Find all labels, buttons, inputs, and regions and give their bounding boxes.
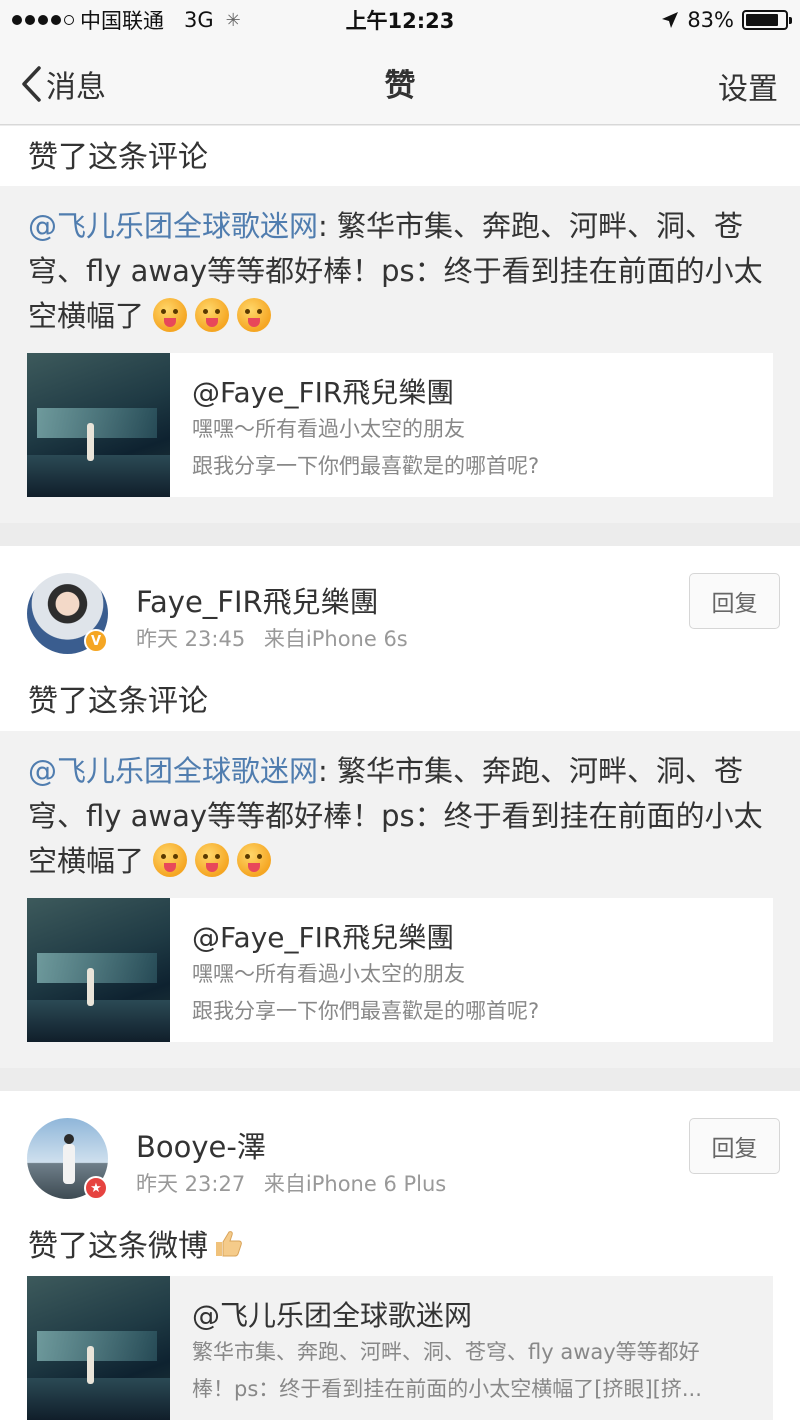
like-item: ★ Booye-澤 昨天 23:27 来自iPhone 6 Plus 回复 赞了…: [0, 1091, 800, 1423]
linked-post-line2: 棒！ps：终于看到挂在前面的小太空横幅了[挤眼][挤...: [192, 1377, 702, 1401]
divider: [0, 1068, 800, 1091]
tongue-emoji-icon: [153, 843, 188, 877]
status-right: 83%: [661, 8, 792, 32]
like-item: 赞了这条评论 @飞儿乐团全球歌迷网: 繁华市集、奔跑、河畔、洞、苍穹、fly a…: [0, 126, 800, 523]
quoted-comment-text: @飞儿乐团全球歌迷网: 繁华市集、奔跑、河畔、洞、苍穹、fly away等等都好…: [28, 749, 776, 884]
quoted-comment[interactable]: @飞儿乐团全球歌迷网: 繁华市集、奔跑、河畔、洞、苍穹、fly away等等都好…: [0, 186, 800, 523]
quoted-comment[interactable]: @飞儿乐团全球歌迷网: 繁华市集、奔跑、河畔、洞、苍穹、fly away等等都好…: [0, 731, 800, 1068]
battery-icon: [742, 10, 792, 30]
tongue-emoji-icon: [237, 298, 272, 332]
activity-spinner-icon: ✳: [225, 9, 241, 31]
like-item: V Faye_FIR飛兒樂團 昨天 23:45 来自iPhone 6s 回复 赞…: [0, 546, 800, 1068]
linked-post-line1: 繁华市集、奔跑、河畔、洞、苍穹、fly away等等都好: [192, 1340, 700, 1364]
thumbs-up-icon: [216, 1231, 242, 1257]
tongue-emoji-icon: [153, 298, 188, 332]
username[interactable]: Faye_FIR飛兒樂團: [136, 579, 379, 621]
tongue-emoji-icon: [237, 843, 272, 877]
action-text: 赞了这条评论: [28, 140, 208, 175]
post-time: 昨天 23:45: [136, 627, 246, 651]
linked-post-author: @Faye_FIR飛兒樂團: [192, 376, 455, 409]
settings-button[interactable]: 设置: [718, 64, 778, 108]
post-source: 来自iPhone 6s: [263, 627, 408, 651]
verified-badge-icon: V: [84, 629, 108, 653]
location-arrow-icon: [662, 12, 679, 28]
mention-link[interactable]: @飞儿乐团全球歌迷网: [28, 754, 318, 788]
action-text: 赞了这条评论: [28, 684, 208, 719]
carrier-name: 中国联通: [80, 9, 164, 33]
signal-strength-icon: [12, 15, 74, 25]
status-left: 中国联通 3G ✳: [12, 5, 241, 35]
linked-post-line1: 嘿嘿～所有看過小太空的朋友: [192, 962, 465, 986]
page-title: 赞: [384, 68, 416, 104]
mention-link[interactable]: @飞儿乐团全球歌迷网: [28, 209, 318, 243]
linked-post-card[interactable]: @飞儿乐团全球歌迷网 繁华市集、奔跑、河畔、洞、苍穹、fly away等等都好 …: [27, 1276, 773, 1420]
item-header: ★ Booye-澤 昨天 23:27 来自iPhone 6 Plus 回复: [0, 1118, 800, 1218]
linked-post-card[interactable]: @Faye_FIR飛兒樂團 嘿嘿～所有看過小太空的朋友 跟我分享一下你們最喜歡是…: [27, 353, 773, 497]
post-meta: 昨天 23:27 来自iPhone 6 Plus: [136, 1168, 446, 1198]
network-type: 3G: [184, 8, 214, 32]
divider: [0, 523, 800, 546]
post-thumbnail: [27, 1276, 170, 1420]
vip-badge-icon: ★: [84, 1176, 108, 1200]
tongue-emoji-icon: [195, 843, 230, 877]
battery-level: [746, 14, 778, 26]
navigation-bar: 消息 赞 设置: [0, 40, 800, 125]
reply-button[interactable]: 回复: [689, 1118, 780, 1174]
tongue-emoji-icon: [195, 298, 230, 332]
item-header: V Faye_FIR飛兒樂團 昨天 23:45 来自iPhone 6s 回复: [0, 573, 800, 673]
back-button[interactable]: 消息: [20, 62, 106, 106]
battery-percent: 83%: [687, 8, 734, 32]
post-thumbnail: [27, 353, 170, 497]
linked-post-card[interactable]: @Faye_FIR飛兒樂團 嘿嘿～所有看過小太空的朋友 跟我分享一下你們最喜歡是…: [27, 898, 773, 1042]
linked-post-author: @飞儿乐团全球歌迷网: [192, 1299, 473, 1332]
chevron-left-icon: [22, 66, 41, 102]
linked-post-author: @Faye_FIR飛兒樂團: [192, 921, 455, 954]
username[interactable]: Booye-澤: [136, 1124, 266, 1166]
reply-button[interactable]: 回复: [689, 573, 780, 629]
linked-post-line2: 跟我分享一下你們最喜歡是的哪首呢?: [192, 454, 540, 478]
action-label: 赞了这条微博: [28, 1229, 208, 1264]
post-meta: 昨天 23:45 来自iPhone 6s: [136, 623, 408, 653]
action-text: 赞了这条微博: [28, 1221, 244, 1265]
status-bar: 中国联通 3G ✳ 上午12:23 83%: [0, 0, 800, 40]
linked-post-line1: 嘿嘿～所有看過小太空的朋友: [192, 417, 465, 441]
post-time: 昨天 23:27: [136, 1172, 246, 1196]
post-thumbnail: [27, 898, 170, 1042]
quoted-comment-text: @飞儿乐团全球歌迷网: 繁华市集、奔跑、河畔、洞、苍穹、fly away等等都好…: [28, 204, 776, 339]
post-source: 来自iPhone 6 Plus: [263, 1172, 447, 1196]
linked-post-line2: 跟我分享一下你們最喜歡是的哪首呢?: [192, 999, 540, 1023]
back-label: 消息: [46, 70, 106, 105]
